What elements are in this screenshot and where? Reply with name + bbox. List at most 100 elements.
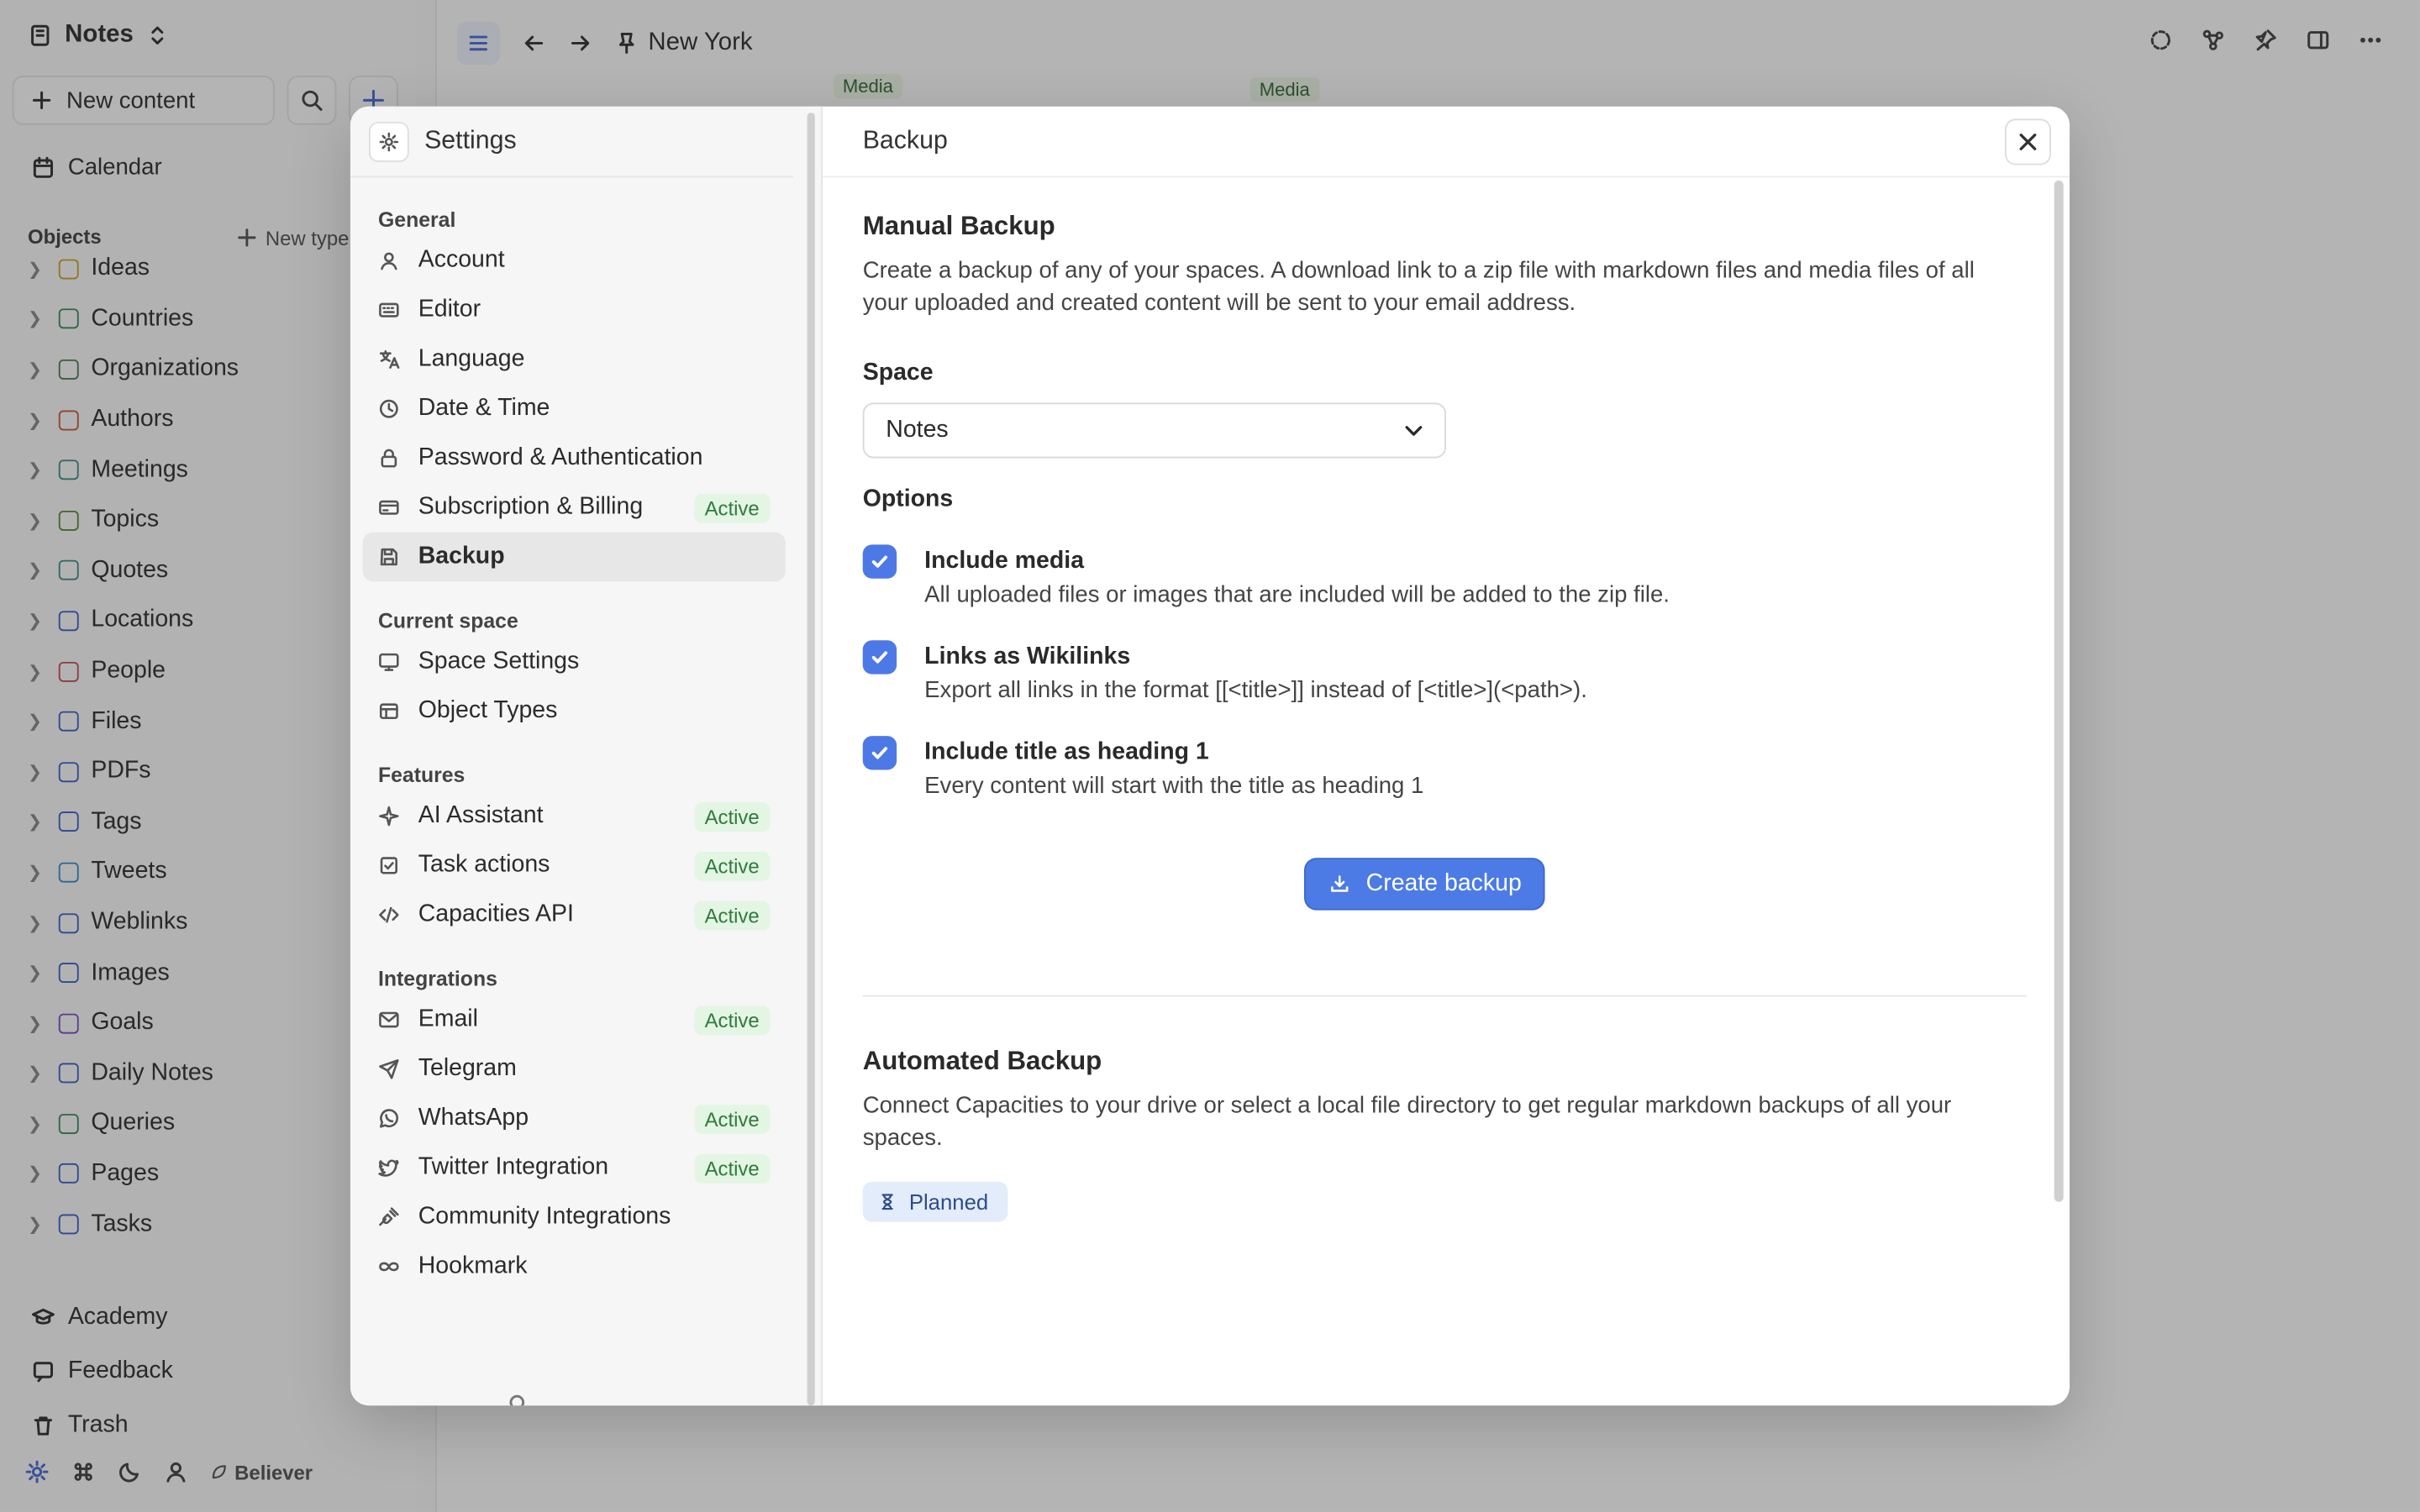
check-icon [869, 551, 891, 573]
backup-header: Backup [822, 107, 2070, 178]
download-icon [1328, 872, 1352, 896]
nav-item-label: Email [418, 1005, 478, 1032]
nav-scrollbar[interactable] [807, 113, 815, 1406]
option-description: All uploaded files or images that are in… [924, 581, 1670, 608]
nav-item-language[interactable]: Language [363, 335, 786, 385]
nav-section-heading: General [377, 207, 456, 231]
nav-item-date-time[interactable]: Date & Time [363, 384, 786, 433]
table-icon [378, 699, 400, 723]
whatsapp-icon [378, 1106, 400, 1131]
nav-item-label: Telegram [418, 1055, 517, 1082]
nav-item-hookmark[interactable]: Hookmark [363, 1242, 786, 1292]
backup-panel: Backup Manual Backup Create a backup of … [822, 107, 2070, 1406]
nav-item-label: Backup [418, 543, 505, 570]
nav-section-heading: Current space [377, 608, 518, 633]
nav-overflow-item [505, 1390, 529, 1406]
checkbox-icon [378, 853, 400, 878]
active-badge: Active [693, 850, 771, 880]
nav-item-twitter-integration[interactable]: Twitter Integration Active [363, 1143, 786, 1193]
nav-item-editor[interactable]: Editor [363, 286, 786, 335]
backup-option: Include title as heading 1 Every content … [862, 736, 1986, 804]
chevron-down-icon [1402, 418, 1426, 443]
user-icon [378, 249, 400, 273]
nav-item-space-settings[interactable]: Space Settings [363, 638, 786, 687]
close-icon [2016, 129, 2040, 154]
nav-section-heading: Features [377, 763, 466, 786]
options-list: Include media All uploaded files or image… [862, 544, 1986, 804]
settings-nav: Settings General Account Editor Language Dat… [350, 106, 823, 1406]
credit-card-icon [378, 496, 400, 520]
nav-item-label: Date & Time [418, 395, 550, 422]
create-backup-label: Create backup [1365, 869, 1522, 897]
planned-label: Planned [908, 1189, 989, 1215]
nav-item-label: Capacities API [418, 900, 574, 927]
check-icon [869, 647, 891, 669]
plug-icon [378, 1205, 400, 1229]
content-scrollbar[interactable] [2054, 180, 2064, 1202]
twitter-icon [378, 1156, 400, 1180]
space-select[interactable]: Notes [862, 402, 1446, 459]
nav-item-label: Language [418, 345, 525, 372]
nav-item-task-actions[interactable]: Task actions Active [363, 841, 786, 890]
space-label: Space [862, 359, 934, 386]
automated-backup-title: Automated Backup [862, 1046, 1102, 1076]
active-badge: Active [693, 1152, 771, 1183]
option-checkbox[interactable] [862, 736, 897, 770]
check-icon [869, 742, 891, 764]
nav-item-object-types[interactable]: Object Types [363, 686, 786, 736]
nav-item-label: Subscription & Billing [418, 493, 644, 520]
circle-icon [505, 1390, 529, 1406]
lock-icon [378, 446, 400, 470]
options-label: Options [862, 486, 954, 512]
hourglass-icon [878, 1189, 897, 1214]
keyboard-icon [378, 297, 400, 322]
nav-item-whatsapp[interactable]: WhatsApp Active [363, 1094, 786, 1143]
option-title: Include title as heading 1 [924, 738, 1209, 766]
backup-option: Include media All uploaded files or image… [862, 544, 1986, 612]
settings-title: Settings [424, 126, 517, 155]
sparkle-icon [378, 804, 400, 828]
option-checkbox[interactable] [862, 640, 897, 675]
clock-icon [378, 396, 400, 421]
code-icon [378, 902, 400, 927]
option-text: Include title as heading 1 Every content … [924, 736, 1423, 804]
option-title: Links as Wikilinks [924, 643, 1131, 670]
nav-item-community-integrations[interactable]: Community Integrations [363, 1193, 786, 1242]
nav-item-email[interactable]: Email Active [363, 995, 786, 1045]
gear-icon [376, 129, 401, 153]
save-icon [378, 544, 400, 569]
settings-nav-list: General Account Editor Language Date & Time P… [350, 177, 798, 1291]
nav-item-label: Space Settings [418, 648, 580, 675]
option-description: Export all links in the format [[<title>… [924, 677, 1587, 704]
nav-item-subscription-billing[interactable]: Subscription & Billing Active [363, 483, 786, 533]
nav-item-telegram[interactable]: Telegram [363, 1044, 786, 1094]
planned-badge: Planned [862, 1181, 1009, 1222]
active-badge: Active [693, 900, 771, 930]
automated-backup-description: Connect Capacities to your drive or sele… [862, 1092, 1952, 1152]
space-select-value: Notes [886, 416, 949, 444]
nav-item-label: Password & Authentication [418, 444, 703, 471]
mail-icon [378, 1007, 400, 1032]
create-backup-button[interactable]: Create backup [1306, 859, 1544, 909]
nav-item-label: WhatsApp [418, 1105, 529, 1131]
app-root: Notes New content Calendar Objects New t… [0, 0, 2420, 1512]
nav-item-label: Task actions [418, 851, 550, 879]
nav-item-label: AI Assistant [418, 802, 544, 829]
option-description: Every content will start with the title … [924, 773, 1424, 800]
nav-item-backup[interactable]: Backup [362, 532, 786, 582]
nav-item-ai-assistant[interactable]: AI Assistant Active [363, 791, 786, 841]
manual-backup-description: Create a backup of any of your spaces. A… [862, 257, 1975, 317]
settings-modal: Settings General Account Editor Language Dat… [350, 106, 2070, 1406]
close-button[interactable] [2004, 118, 2051, 165]
backup-option: Links as Wikilinks Export all links in th… [862, 640, 1986, 708]
translate-icon [378, 347, 400, 371]
active-badge: Active [693, 801, 771, 832]
nav-item-capacities-api[interactable]: Capacities API Active [363, 890, 786, 940]
nav-item-account[interactable]: Account [363, 236, 786, 286]
active-badge: Active [693, 1104, 771, 1134]
nav-item-password-authentication[interactable]: Password & Authentication [363, 433, 786, 483]
settings-header: Settings [350, 107, 794, 178]
option-checkbox[interactable] [862, 544, 897, 579]
section-divider [862, 995, 2027, 997]
monitor-icon [378, 649, 400, 674]
